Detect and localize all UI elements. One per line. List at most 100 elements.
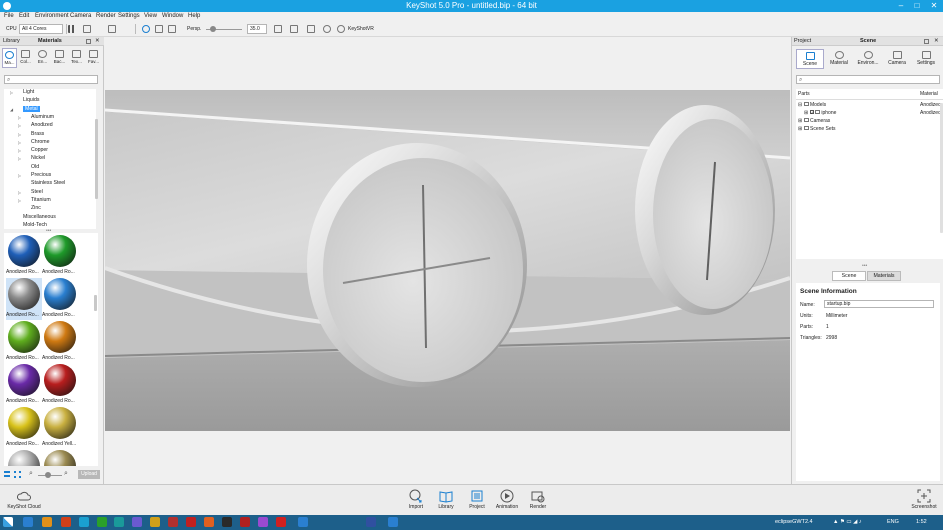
tree-item[interactable]: Light xyxy=(23,89,34,95)
menu-render[interactable]: Render xyxy=(96,13,116,19)
tray-icons[interactable]: ▲ ⚑ ▭ ◢ ♪ xyxy=(833,519,862,525)
taskbar-app-icon[interactable] xyxy=(114,517,124,527)
taskbar-app-icon[interactable] xyxy=(388,517,398,527)
taskbar-app-icon[interactable] xyxy=(276,517,286,527)
material-swatch[interactable]: Anodized Ro... xyxy=(6,235,42,277)
expand-arrow-icon[interactable]: ▷ xyxy=(18,148,21,153)
tab-material[interactable]: Material xyxy=(825,49,853,69)
material-swatch[interactable] xyxy=(6,450,42,466)
menu-window[interactable]: Window xyxy=(162,13,183,19)
material-swatch[interactable]: Anodized Yell... xyxy=(42,407,78,449)
tree-item[interactable]: Stainless Steel xyxy=(31,180,65,186)
taskbar-app-icon[interactable] xyxy=(150,517,160,527)
tray-label[interactable]: eclipseGWT2.4 xyxy=(775,519,813,525)
tree-item[interactable]: Steel xyxy=(31,189,43,195)
maximize-button[interactable]: □ xyxy=(911,0,923,12)
expand-arrow-icon[interactable]: ▷ xyxy=(18,123,21,128)
expand-arrow-icon[interactable]: ▷ xyxy=(18,140,21,145)
thumbnail-size-knob[interactable] xyxy=(45,472,51,478)
expand-arrow-icon[interactable]: ◢ xyxy=(10,107,13,112)
material-swatch[interactable]: Anodized Ro... xyxy=(6,364,42,406)
tree-item[interactable]: Aluminum xyxy=(31,114,54,120)
tab-colors[interactable]: Col... xyxy=(18,48,33,68)
fov-input[interactable]: 35.0 xyxy=(247,24,267,34)
taskbar-app-icon[interactable] xyxy=(23,517,33,527)
menu-file[interactable]: File xyxy=(4,13,14,19)
tree-item[interactable]: Anodized xyxy=(31,122,53,128)
tree-item[interactable]: Chrome xyxy=(31,139,49,145)
menu-camera[interactable]: Camera xyxy=(70,13,91,19)
tree-item[interactable]: Zinc xyxy=(31,205,41,211)
refresh-icon[interactable] xyxy=(142,25,150,33)
screenshot-button[interactable]: Screenshot xyxy=(907,487,941,515)
close-panel-icon[interactable]: ✕ xyxy=(934,38,939,44)
tab-camera[interactable]: Camera xyxy=(883,49,911,69)
taskbar-app-icon[interactable] xyxy=(61,517,71,527)
pan-icon[interactable] xyxy=(307,25,315,33)
menu-view[interactable]: View xyxy=(144,13,157,19)
fov-slider-knob[interactable] xyxy=(210,26,216,32)
tree-item[interactable]: Nickel xyxy=(31,155,45,161)
tab-settings[interactable]: Settings xyxy=(912,49,940,69)
taskbar-app-icon[interactable] xyxy=(132,517,142,527)
settings-icon[interactable] xyxy=(323,25,331,33)
tree-item[interactable]: Liquids xyxy=(23,97,39,103)
tree-item[interactable]: Precious xyxy=(31,172,51,178)
expand-arrow-icon[interactable]: ▷ xyxy=(18,156,21,161)
tree-row-iphone[interactable]: ⊞ ✓ iphone xyxy=(804,110,836,116)
close-panel-icon[interactable]: ✕ xyxy=(95,38,100,44)
clock[interactable]: 1:52 xyxy=(916,519,927,525)
material-swatch[interactable]: Anodized Ro... xyxy=(42,321,78,363)
keyshot-cloud-button[interactable]: KeyShot Cloud xyxy=(6,487,42,515)
close-button[interactable]: ✕ xyxy=(928,0,940,12)
render-viewport[interactable] xyxy=(105,37,790,484)
tree-item[interactable]: Old xyxy=(31,164,39,170)
tree-item[interactable]: Brass xyxy=(31,131,44,137)
tree-row-models[interactable]: ⊟ Models xyxy=(798,102,826,108)
tree-item[interactable]: Metal xyxy=(23,105,40,112)
menu-environment[interactable]: Environment xyxy=(35,13,69,19)
tree-item[interactable]: Miscellaneous xyxy=(23,214,56,220)
menu-settings[interactable]: Settings xyxy=(118,13,140,19)
material-swatch[interactable]: Anodized Ro... xyxy=(6,407,42,449)
expand-arrow-icon[interactable]: ▷ xyxy=(18,190,21,195)
material-swatch[interactable]: Anodized Ro... xyxy=(6,278,42,320)
tree-row-cameras[interactable]: ⊞ Cameras xyxy=(798,118,830,124)
region-render-icon[interactable] xyxy=(83,25,91,33)
tab-environments[interactable]: En... xyxy=(35,48,50,68)
center-icon[interactable] xyxy=(155,25,163,33)
import-button[interactable]: Import xyxy=(401,487,431,515)
expand-arrow-icon[interactable]: ▷ xyxy=(18,198,21,203)
expand-arrow-icon[interactable]: ▷ xyxy=(18,173,21,178)
screenshot-icon[interactable] xyxy=(108,25,116,33)
taskbar-app-icon[interactable] xyxy=(204,517,214,527)
tree-scrollbar[interactable] xyxy=(95,119,98,199)
tree-item[interactable]: Mold-Tech xyxy=(23,222,47,228)
tree-item[interactable]: Copper xyxy=(31,147,48,153)
cpu-cores-select[interactable]: All 4 Cores xyxy=(19,24,63,34)
expand-arrow-icon[interactable]: ▷ xyxy=(18,115,21,120)
list-view-icon[interactable] xyxy=(4,471,10,477)
pause-icon[interactable] xyxy=(68,25,76,33)
tab-textures[interactable]: Tex... xyxy=(69,48,84,68)
menu-help[interactable]: Help xyxy=(188,13,200,19)
tab-favorites[interactable]: Fav... xyxy=(86,48,101,68)
material-swatch[interactable] xyxy=(42,450,78,466)
tree-item[interactable]: Titanium xyxy=(31,197,51,203)
taskbar-app-icon[interactable] xyxy=(186,517,196,527)
keyshotvr-label[interactable]: KeyShotVR xyxy=(348,26,374,32)
zoom-in-icon[interactable]: ⌕ xyxy=(64,470,68,478)
taskbar-app-icon[interactable] xyxy=(222,517,232,527)
taskbar-app-icon[interactable] xyxy=(366,517,376,527)
render-button[interactable]: Render xyxy=(523,487,553,515)
taskbar-app-icon[interactable] xyxy=(258,517,268,527)
subtab-materials[interactable]: Materials xyxy=(867,271,901,281)
scene-search-input[interactable]: ⌕ xyxy=(796,75,940,84)
minimize-button[interactable]: – xyxy=(895,0,907,12)
tab-scene[interactable]: Scene xyxy=(796,49,824,69)
tab-materials[interactable]: Ma... xyxy=(2,48,17,68)
parts-column-header[interactable]: Parts xyxy=(798,91,810,97)
library-button[interactable]: Library xyxy=(431,487,461,515)
subtab-scene[interactable]: Scene xyxy=(832,271,866,281)
language-indicator[interactable]: ENG xyxy=(887,519,899,525)
